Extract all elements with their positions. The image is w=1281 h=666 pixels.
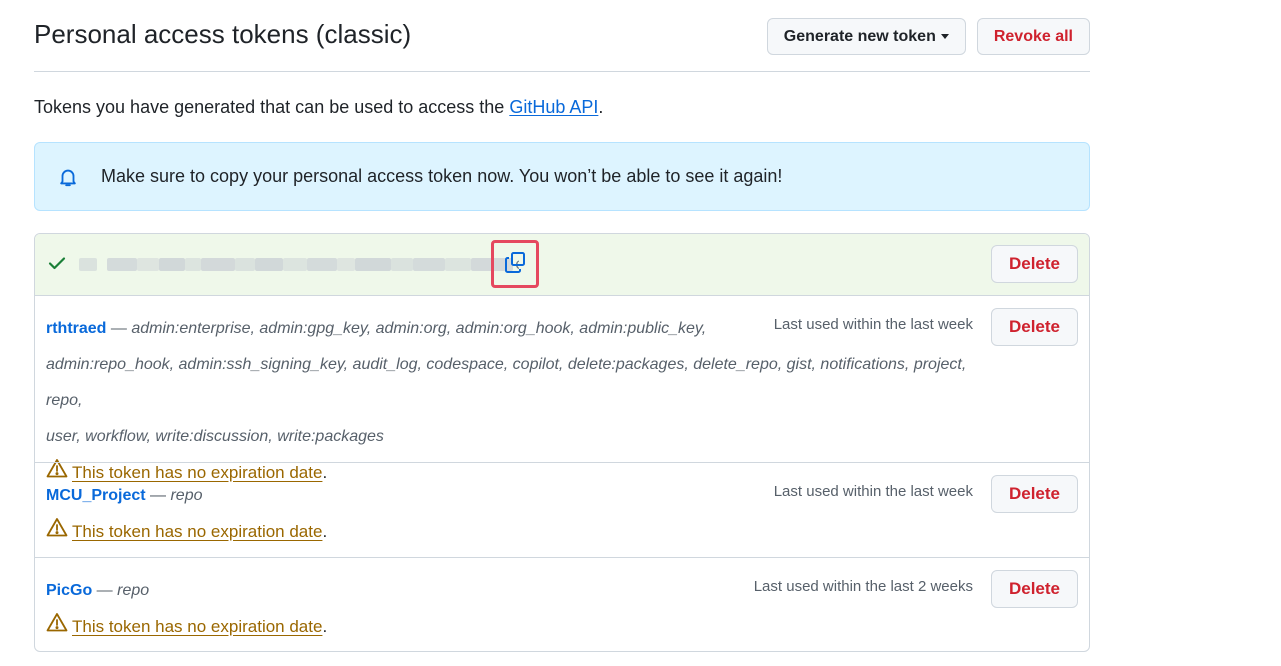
token-list: e Delete rthtraed — admin:enterprise, ad…: [34, 233, 1090, 652]
bell-icon: [57, 166, 79, 188]
delete-token-button[interactable]: Delete: [990, 308, 1078, 346]
page-container: Personal access tokens (classic) Generat…: [34, 0, 1090, 652]
caret-down-icon: [940, 34, 949, 39]
page-title: Personal access tokens (classic): [34, 19, 412, 49]
header-actions: Generate new token Revoke all: [766, 18, 1090, 55]
revoke-all-button[interactable]: Revoke all: [976, 18, 1090, 55]
intro-suffix: .: [598, 97, 604, 117]
github-api-link[interactable]: GitHub API: [509, 97, 598, 117]
page-header: Personal access tokens (classic) Generat…: [34, 0, 1090, 72]
token-row-mcu-project: MCU_Project — repo This token has no exp…: [35, 462, 1089, 557]
expiration-warning: This token has no expiration date.: [46, 609, 1078, 645]
generate-new-token-button[interactable]: Generate new token: [766, 18, 966, 55]
copy-token-flash: Make sure to copy your personal access t…: [34, 142, 1090, 211]
token-scopes: repo: [117, 582, 150, 599]
last-used-text: Last used within the last week: [773, 316, 973, 333]
token-scopes: repo: [170, 487, 203, 504]
warning-suffix: .: [322, 522, 328, 541]
delete-new-token-button[interactable]: Delete: [990, 245, 1078, 283]
token-row-picgo: PicGo — repo This token has no expiratio…: [35, 557, 1089, 651]
expiration-warning-link[interactable]: This token has no expiration date: [72, 514, 322, 550]
expiration-warning: This token has no expiration date.: [46, 514, 1078, 550]
token-separator: —: [145, 487, 171, 504]
token-name-link[interactable]: rthtraed: [46, 320, 106, 337]
new-token-row: e Delete: [35, 234, 1089, 295]
intro-prefix: Tokens you have generated that can be us…: [34, 97, 510, 117]
token-scopes: admin:enterprise, admin:gpg_key, admin:o…: [131, 320, 707, 337]
token-separator: —: [92, 582, 118, 599]
generate-new-token-label: Generate new token: [783, 27, 936, 45]
token-scopes-continued: user, workflow, write:discussion, write:…: [46, 428, 384, 445]
flash-message: Make sure to copy your personal access t…: [101, 166, 783, 186]
token-name-link[interactable]: MCU_Project: [46, 487, 146, 504]
delete-token-button[interactable]: Delete: [990, 475, 1078, 513]
alert-icon: [46, 514, 72, 550]
token-scopes-continued: admin:repo_hook, admin:ssh_signing_key, …: [46, 356, 967, 409]
token-separator: —: [106, 320, 132, 337]
copy-token-button[interactable]: [491, 240, 539, 288]
intro-text: Tokens you have generated that can be us…: [34, 97, 1090, 118]
expiration-warning-link[interactable]: This token has no expiration date: [72, 609, 322, 645]
token-summary: rthtraed — admin:enterprise, admin:gpg_k…: [46, 311, 726, 347]
token-name-link[interactable]: PicGo: [46, 582, 92, 599]
token-value-blurred[interactable]: e: [79, 256, 519, 274]
alert-icon: [46, 609, 72, 645]
delete-token-button[interactable]: Delete: [990, 570, 1078, 608]
warning-suffix: .: [322, 617, 328, 636]
check-icon: [47, 253, 67, 273]
copy-icon: [503, 251, 527, 278]
last-used-text: Last used within the last 2 weeks: [753, 578, 973, 595]
last-used-text: Last used within the last week: [773, 483, 973, 500]
token-value-redaction: [79, 256, 513, 274]
token-row-rthtraed: rthtraed — admin:enterprise, admin:gpg_k…: [35, 295, 1089, 482]
